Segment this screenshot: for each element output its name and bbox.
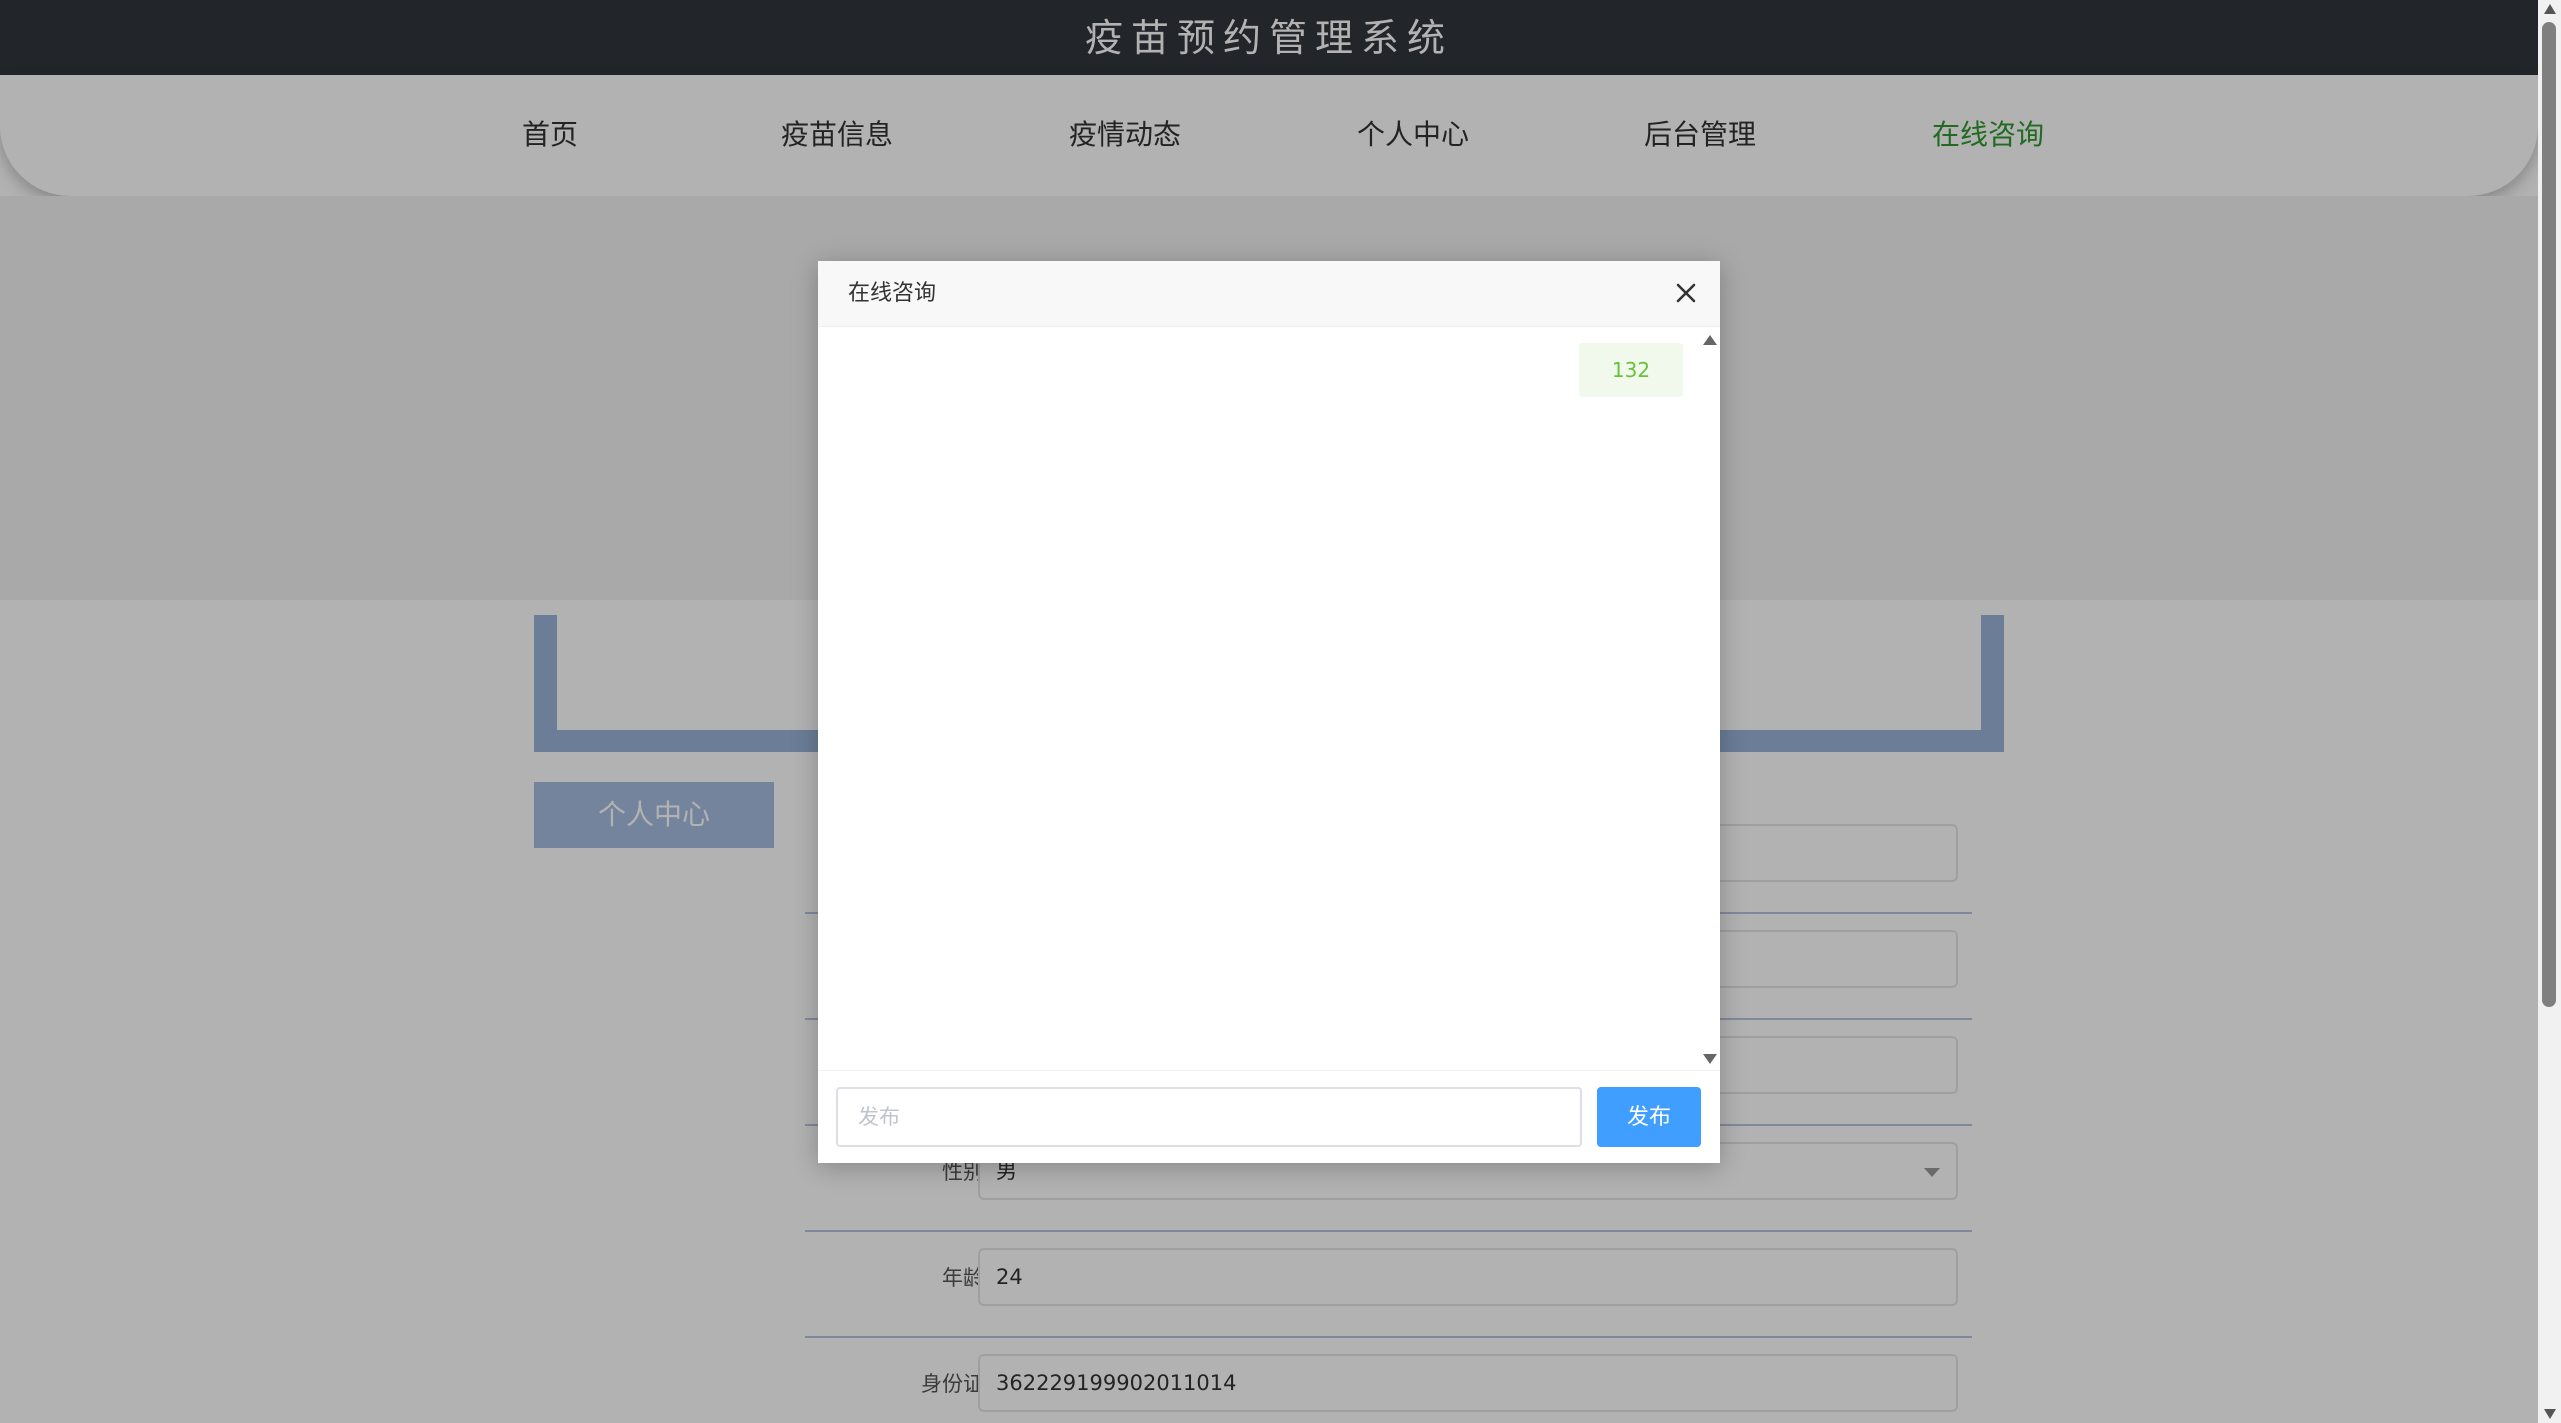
dialog-header: 在线咨询 — [818, 261, 1720, 327]
close-icon[interactable] — [1672, 279, 1700, 307]
chat-scroll-down-icon[interactable] — [1703, 1054, 1717, 1064]
page: 疫苗预约管理系统 首页 疫苗信息 疫情动态 个人中心 后台管理 在线咨询 个人中… — [0, 0, 2561, 1423]
page-scrollbar[interactable] — [2538, 0, 2561, 1423]
online-consult-dialog: 在线咨询 132 发布 — [818, 261, 1720, 1163]
message-input[interactable] — [836, 1087, 1582, 1147]
publish-button[interactable]: 发布 — [1597, 1087, 1701, 1147]
dialog-title: 在线咨询 — [848, 281, 937, 306]
message-list[interactable]: 132 — [818, 327, 1720, 1070]
message-bubble: 132 — [1579, 343, 1683, 397]
scroll-up-arrow-icon[interactable] — [2544, 4, 2556, 14]
scroll-down-arrow-icon[interactable] — [2544, 1409, 2556, 1419]
scrollbar-thumb[interactable] — [2542, 22, 2556, 1007]
chat-scroll-up-icon[interactable] — [1703, 335, 1717, 345]
dialog-footer: 发布 — [818, 1070, 1720, 1164]
